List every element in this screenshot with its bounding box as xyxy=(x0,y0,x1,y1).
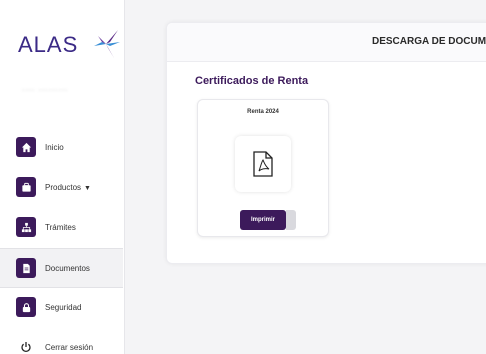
app: ALAS ···· ········· Inicio Productos ▼ T… xyxy=(0,0,486,354)
document-icon xyxy=(16,258,36,278)
lock-icon xyxy=(16,297,36,317)
print-button[interactable]: Imprimir xyxy=(240,210,286,230)
sidebar: ALAS ···· ········· Inicio Productos ▼ T… xyxy=(0,0,125,354)
sitemap-icon xyxy=(16,217,36,237)
power-icon xyxy=(16,337,36,354)
sidebar-item-label: Documentos xyxy=(45,263,90,273)
section-title: Certificados de Renta xyxy=(195,75,309,87)
sidebar-item-tramites[interactable]: Trámites xyxy=(0,208,123,246)
logo-text: ALAS xyxy=(18,32,79,57)
sidebar-item-seguridad[interactable]: Seguridad xyxy=(0,288,123,326)
sidebar-item-label: Trámites xyxy=(45,222,76,232)
sidebar-item-label: Inicio xyxy=(45,142,64,152)
home-icon xyxy=(16,137,36,157)
certificate-card: Renta 2024 Imprimir xyxy=(197,99,329,237)
sidebar-item-productos[interactable]: Productos ▼ xyxy=(0,168,123,206)
sidebar-item-label: Productos ▼ xyxy=(45,182,91,192)
certificate-year-label: Renta 2024 xyxy=(247,109,279,115)
username: ···· ········· xyxy=(22,87,69,94)
print-button-side xyxy=(286,210,296,230)
chevron-down-icon: ▼ xyxy=(84,184,91,192)
page-title: DESCARGA DE DOCUME xyxy=(372,36,486,47)
briefcase-icon xyxy=(16,177,36,197)
sidebar-item-documentos[interactable]: Documentos xyxy=(0,248,123,288)
pdf-icon xyxy=(253,151,273,177)
sidebar-item-inicio[interactable]: Inicio xyxy=(0,128,123,166)
logo: ALAS xyxy=(18,28,120,60)
pdf-icon-box[interactable] xyxy=(235,136,291,192)
bird-logo-icon xyxy=(94,30,120,58)
sidebar-item-cerrar-sesion[interactable]: Cerrar sesión xyxy=(0,328,123,354)
card-header: DESCARGA DE DOCUME xyxy=(167,23,486,62)
sidebar-item-label: Seguridad xyxy=(45,302,82,312)
documents-card: DESCARGA DE DOCUME Certificados de Renta… xyxy=(166,22,486,264)
sidebar-item-label: Cerrar sesión xyxy=(45,342,94,352)
